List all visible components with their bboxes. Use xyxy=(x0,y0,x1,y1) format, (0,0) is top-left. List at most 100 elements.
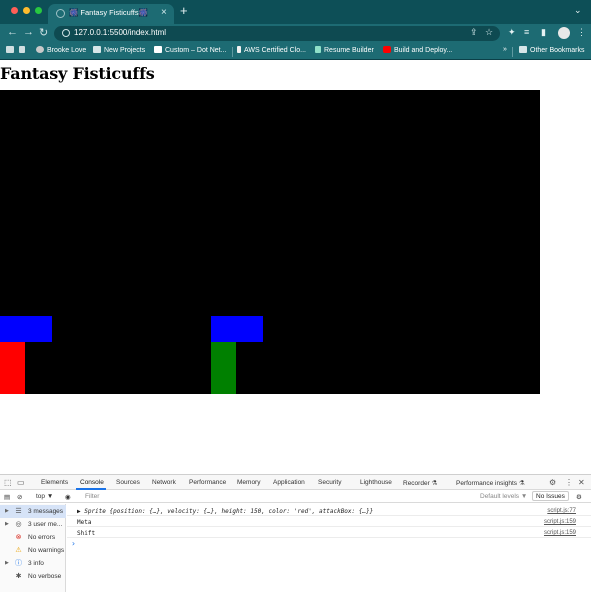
devtools-tab-bar: ⬚ ▭ Elements Console Sources Network Per… xyxy=(0,475,591,490)
expand-arrow-icon[interactable]: ▶ xyxy=(5,521,9,527)
sidebar-toggle-icon[interactable]: ▤ xyxy=(4,493,10,501)
side-panel-icon[interactable]: ▮ xyxy=(541,27,546,38)
log-source-link[interactable]: script.js:159 xyxy=(544,530,576,536)
tab-performance-insights[interactable]: Performance insights ⚗ xyxy=(456,479,525,487)
apps-icon[interactable] xyxy=(6,46,17,54)
profile-avatar[interactable] xyxy=(558,27,570,39)
bookmark-build-and-deploy[interactable]: Build and Deploy... xyxy=(383,46,452,54)
globe-icon xyxy=(36,46,44,53)
browser-toolbar: ← → ↻ 127.0.0.1:5500/index.html ⇪ ☆ ✦ ≡ … xyxy=(0,24,591,43)
url-text[interactable]: 127.0.0.1:5500/index.html xyxy=(74,28,166,37)
forward-arrow-icon[interactable]: → xyxy=(23,26,34,38)
live-expression-eye-icon[interactable]: ◉ xyxy=(65,493,71,501)
bookmark-new-projects[interactable]: New Projects xyxy=(93,46,145,54)
tab-sources[interactable]: Sources xyxy=(116,479,140,486)
console-toolbar: ▤ ⊘ top ▼ ◉ Filter Default levels ▼ No I… xyxy=(0,490,591,503)
page-icon xyxy=(154,46,162,53)
log-levels-dropdown[interactable]: Default levels ▼ xyxy=(480,493,527,500)
address-bar[interactable]: 127.0.0.1:5500/index.html ⇪ ☆ xyxy=(54,26,500,41)
reading-list-icon[interactable]: ≡ xyxy=(524,27,529,37)
log-message: Meta xyxy=(77,519,92,526)
bookmark-divider xyxy=(232,47,233,57)
site-info-icon[interactable] xyxy=(62,29,70,37)
log-message[interactable]: ▶ Sprite {position: {…}, velocity: {…}, … xyxy=(77,508,373,515)
user-icon: ◎ xyxy=(15,521,22,528)
sidebar-item-info[interactable]: ▶ ⓘ 3 info xyxy=(0,557,66,570)
expand-arrow-icon[interactable]: ▶ xyxy=(5,508,9,514)
more-options-icon[interactable]: ⋮ xyxy=(565,478,573,487)
expand-arrow-icon[interactable]: ▶ xyxy=(5,560,9,566)
inspect-element-icon[interactable]: ⬚ xyxy=(4,478,12,487)
browser-tab[interactable]: 🎆 Fantasy Fisticuffs🎆 × xyxy=(48,4,174,24)
reading-icon[interactable] xyxy=(19,46,28,54)
player-attack-box xyxy=(0,316,52,342)
tab-lighthouse[interactable]: Lighthouse xyxy=(360,479,392,486)
settings-gear-icon[interactable]: ⚙ xyxy=(549,478,556,487)
extensions-puzzle-icon[interactable]: ✦ xyxy=(508,27,516,38)
game-canvas[interactable] xyxy=(0,90,540,394)
console-output: ▶ Sprite {position: {…}, velocity: {…}, … xyxy=(67,504,591,592)
share-icon[interactable]: ⇪ xyxy=(470,27,478,38)
tab-security[interactable]: Security xyxy=(318,479,341,486)
info-icon: ⓘ xyxy=(15,560,22,567)
console-settings-gear-icon[interactable]: ⚙ xyxy=(576,493,582,501)
log-entry: Meta script.js:159 xyxy=(67,517,591,527)
sidebar-item-user-messages[interactable]: ▶ ◎ 3 user me... xyxy=(0,518,66,531)
bookmark-aws-certified[interactable]: AWS Certified Clo... xyxy=(237,46,306,54)
sidebar-item-verbose[interactable]: ✱ No verbose xyxy=(0,570,66,583)
tab-application[interactable]: Application xyxy=(273,479,305,486)
log-entry: Shift script.js:159 xyxy=(67,528,591,538)
error-icon: ⊗ xyxy=(15,534,22,541)
list-icon: ☰ xyxy=(15,508,22,515)
zoom-window-button[interactable] xyxy=(35,7,42,14)
bookmark-brooke-love[interactable]: Brooke Love xyxy=(36,46,86,54)
tab-console[interactable]: Console xyxy=(80,479,104,486)
more-bookmarks-chevron[interactable]: » xyxy=(503,46,507,53)
tab-elements[interactable]: Elements xyxy=(41,479,68,486)
sidebar-item-warnings[interactable]: ⚠ No warnings xyxy=(0,544,66,557)
folder-icon xyxy=(519,46,527,53)
close-window-button[interactable] xyxy=(11,7,18,14)
log-source-link[interactable]: script.js:77 xyxy=(547,508,576,514)
tab-search-chevron-icon[interactable]: ⌄ xyxy=(574,5,582,16)
other-bookmarks[interactable]: Other Bookmarks xyxy=(519,46,584,54)
warning-icon: ⚠ xyxy=(15,547,22,554)
issues-button[interactable]: No Issues xyxy=(532,491,569,501)
tab-memory[interactable]: Memory xyxy=(237,479,260,486)
log-entry[interactable]: ▶ Sprite {position: {…}, velocity: {…}, … xyxy=(67,506,591,516)
bookmarks-bar: Brooke Love New Projects Custom – Dot Ne… xyxy=(0,43,591,60)
tab-network[interactable]: Network xyxy=(152,479,176,486)
device-toolbar-icon[interactable]: ▭ xyxy=(17,478,25,487)
browser-tab-strip: 🎆 Fantasy Fisticuffs🎆 × + ⌄ xyxy=(0,0,591,24)
sidebar-item-messages[interactable]: ▶ ☰ 3 messages xyxy=(0,505,66,518)
enemy-attack-box xyxy=(211,316,263,342)
minimize-window-button[interactable] xyxy=(23,7,30,14)
enemy-sprite xyxy=(211,342,236,394)
console-prompt-chevron-icon[interactable]: › xyxy=(71,539,76,548)
back-arrow-icon[interactable]: ← xyxy=(7,26,18,38)
bookmark-custom-dot-net[interactable]: Custom – Dot Net... xyxy=(154,46,226,54)
reload-icon[interactable]: ↻ xyxy=(39,26,48,39)
page-title: Fantasy Fisticuffs xyxy=(0,64,155,83)
tab-title: 🎆 Fantasy Fisticuffs🎆 xyxy=(69,8,148,17)
tab-performance[interactable]: Performance xyxy=(189,479,226,486)
log-message: Shift xyxy=(77,530,96,537)
tab-recorder[interactable]: Recorder ⚗ xyxy=(403,479,437,487)
close-devtools-icon[interactable]: ✕ xyxy=(578,478,585,487)
bug-icon: ✱ xyxy=(15,573,22,580)
bookmark-divider xyxy=(512,47,513,57)
bookmark-star-icon[interactable]: ☆ xyxy=(485,27,493,38)
bookmark-resume-builder[interactable]: Resume Builder xyxy=(315,46,374,54)
new-tab-button[interactable]: + xyxy=(180,3,188,18)
sidebar-item-errors[interactable]: ⊗ No errors xyxy=(0,531,66,544)
console-filter-input[interactable]: Filter xyxy=(81,492,477,501)
page-favicon-icon xyxy=(56,9,65,18)
clear-console-icon[interactable]: ⊘ xyxy=(17,493,22,501)
log-source-link[interactable]: script.js:159 xyxy=(544,519,576,525)
youtube-icon xyxy=(383,46,391,53)
close-tab-icon[interactable]: × xyxy=(161,7,167,18)
context-selector[interactable]: top ▼ xyxy=(36,493,53,500)
console-sidebar: ▶ ☰ 3 messages ▶ ◎ 3 user me... ⊗ No err… xyxy=(0,504,66,592)
player-sprite xyxy=(0,342,25,394)
more-menu-icon[interactable]: ⋮ xyxy=(577,27,586,38)
